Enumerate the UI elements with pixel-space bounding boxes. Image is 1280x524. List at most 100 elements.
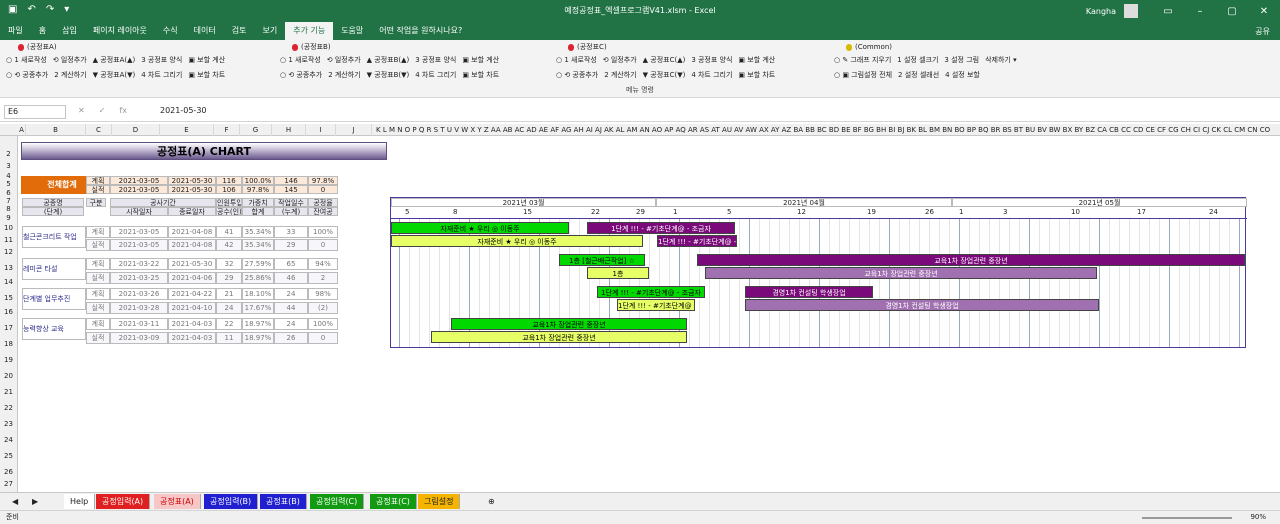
add-sheet-icon[interactable]: ⊕ [482, 494, 501, 509]
row-header[interactable]: 9 [0, 214, 17, 222]
next-sheet-icon[interactable]: ▶ [26, 494, 44, 509]
ribbon-button[interactable]: ○ 1 새로작성 [280, 54, 321, 67]
tab-0[interactable]: 파일 [0, 22, 31, 40]
ribbon-button[interactable]: 3 공정표 양식 [691, 54, 732, 67]
avatar[interactable] [1124, 4, 1138, 18]
gantt-bar[interactable]: 1단계 !!! - #기초단계@ - [617, 299, 695, 311]
row-header[interactable]: 21 [0, 388, 17, 396]
gantt-bar[interactable]: 1단계 !!! - #기초단계@ - 조금자 [597, 286, 705, 298]
ribbon-button[interactable]: ▣ 보할 계산 [188, 54, 225, 67]
column-header[interactable]: B [26, 124, 86, 136]
row-header[interactable]: 5 [0, 180, 17, 188]
ribbon-button[interactable]: ▣ 보할 계산 [738, 54, 775, 67]
ribbon-display-icon[interactable]: ▭ [1152, 6, 1184, 17]
row-header[interactable]: 3 [0, 162, 17, 170]
ribbon-button[interactable]: ▲ 공정표A(▲) [93, 54, 136, 67]
gantt-bar[interactable]: 경영1차 컨설팅 학생장업 [745, 286, 873, 298]
ribbon-button[interactable]: ▼ 공정표A(▼) [93, 69, 136, 82]
ribbon-button[interactable]: 삭제하기 ▾ [985, 54, 1017, 67]
sheet-tab[interactable]: 공정입력(B) [204, 494, 259, 509]
row-header[interactable]: 11 [0, 236, 17, 244]
gantt-bar[interactable]: 교육1차 장업관련 중장년 [431, 331, 687, 343]
ribbon-button[interactable]: 3 공정표 양식 [141, 54, 182, 67]
ribbon-button[interactable]: 4 설정 보할 [945, 69, 980, 82]
ribbon-button[interactable]: 1 설정 셀크기 [897, 54, 938, 67]
gantt-bar[interactable]: 1층 [철근배근작업] ☆ [559, 254, 645, 266]
worksheet-grid[interactable]: 공정표(A) CHART 전체합계 2021년 03월 2021년 04월 2021… [18, 136, 1268, 492]
row-header[interactable]: 26 [0, 468, 17, 476]
ribbon-button[interactable]: 4 차트 그리기 [141, 69, 182, 82]
gantt-bar[interactable]: 교육1차 장업관련 중장년 [697, 254, 1245, 266]
gantt-bar[interactable]: 1단계 !!! - #기초단계@ - 조금자 [587, 222, 735, 234]
row-header[interactable]: 22 [0, 404, 17, 412]
row-header[interactable]: 10 [0, 224, 17, 232]
sheet-tab[interactable]: 공정표(C) [370, 494, 417, 509]
gantt-bar[interactable]: 자재준비 ★ 우리 ◎ 이동주 [391, 222, 569, 234]
ribbon-button[interactable]: 2 설정 셀래선 [898, 69, 939, 82]
row-header[interactable]: 18 [0, 340, 17, 348]
ribbon-button[interactable]: ▣ 보할 차트 [462, 69, 499, 82]
tab-7[interactable]: 보기 [254, 22, 285, 40]
row-header[interactable]: 15 [0, 294, 17, 302]
ribbon-button[interactable]: ○ ✎ 그래프 지우기 [834, 54, 891, 67]
ribbon-button[interactable]: 4 차트 그리기 [691, 69, 732, 82]
ribbon-button[interactable]: ⟲ 일정추가 [327, 54, 361, 67]
row-header[interactable]: 8 [0, 205, 17, 213]
sheet-tab[interactable]: 공정표(A) [154, 494, 201, 509]
function-icon[interactable]: fx [119, 106, 127, 115]
gantt-bar[interactable]: 1층 [587, 267, 649, 279]
sheet-tab[interactable]: 공정표(B) [260, 494, 307, 509]
column-header[interactable]: I [306, 124, 336, 136]
gantt-bar[interactable]: 1단계 !!! - #기초단계@ - [657, 235, 737, 247]
tab-1[interactable]: 홈 [31, 22, 54, 40]
gantt-bar[interactable]: 자재준비 ★ 우리 ◎ 이동주 [391, 235, 643, 247]
tab-3[interactable]: 페이지 레이아웃 [85, 22, 155, 40]
ribbon-button[interactable]: 4 차트 그리기 [415, 69, 456, 82]
gantt-bar[interactable]: 교육1차 장업관련 중장년 [705, 267, 1097, 279]
formula-input[interactable]: 2021-05-30 [160, 106, 207, 115]
ribbon-button[interactable]: ⟲ 일정추가 [53, 54, 87, 67]
ribbon-button[interactable]: ▼ 공정표C(▼) [643, 69, 686, 82]
gantt-bar[interactable]: 경영1차 컨설팅 학생장업 [745, 299, 1099, 311]
share-button[interactable]: 공유 [1255, 26, 1270, 37]
row-header[interactable]: 17 [0, 324, 17, 332]
ribbon-button[interactable]: 3 설정 그림 [944, 54, 979, 67]
sheet-tab[interactable]: 공정입력(C) [310, 494, 365, 509]
zoom-level[interactable]: 90% [1250, 511, 1266, 524]
tab-4[interactable]: 수식 [155, 22, 186, 40]
ribbon-button[interactable]: ▣ 보할 계산 [462, 54, 499, 67]
row-header[interactable]: 2 [0, 150, 17, 158]
row-header[interactable]: 23 [0, 420, 17, 428]
ribbon-button[interactable]: ▼ 공정표B(▼) [367, 69, 410, 82]
ribbon-button[interactable]: ○ ▣ 그림설정 전체 [834, 69, 892, 82]
column-header[interactable]: C [86, 124, 112, 136]
ribbon-button[interactable]: ○ 1 새로작성 [6, 54, 47, 67]
name-box[interactable]: E6 [4, 105, 66, 119]
ribbon-button[interactable]: 2 계산하기 [604, 69, 636, 82]
row-header[interactable]: 25 [0, 452, 17, 460]
column-header[interactable]: E [160, 124, 214, 136]
ribbon-button[interactable]: ▣ 보할 차트 [188, 69, 225, 82]
ribbon-button[interactable]: ▲ 공정표B(▲) [367, 54, 410, 67]
row-header[interactable]: 6 [0, 189, 17, 197]
tab-9[interactable]: 도움말 [333, 22, 371, 40]
tab-8[interactable]: 추가 기능 [285, 22, 334, 40]
row-header[interactable]: 20 [0, 372, 17, 380]
close-icon[interactable]: ✕ [1248, 6, 1280, 17]
gantt-bar[interactable]: 교육1차 장업관련 중장년 [451, 318, 687, 330]
sheet-tab[interactable]: Help [64, 494, 96, 509]
sheet-tab[interactable]: 그림설정 [418, 494, 461, 509]
tab-6[interactable]: 검토 [224, 22, 255, 40]
row-header[interactable]: 16 [0, 308, 17, 316]
sheet-tab[interactable]: 공정입력(A) [96, 494, 151, 509]
cancel-icon[interactable]: ✕ [78, 106, 85, 115]
row-header[interactable]: 14 [0, 278, 17, 286]
row-header[interactable]: 24 [0, 436, 17, 444]
row-header[interactable]: 7 [0, 197, 17, 205]
enter-icon[interactable]: ✓ [99, 106, 106, 115]
row-header[interactable]: 19 [0, 356, 17, 364]
tab-5[interactable]: 데이터 [186, 22, 224, 40]
user-name[interactable]: Kangha [1086, 7, 1116, 16]
maximize-icon[interactable]: ▢ [1216, 6, 1248, 17]
column-header[interactable]: F [214, 124, 240, 136]
